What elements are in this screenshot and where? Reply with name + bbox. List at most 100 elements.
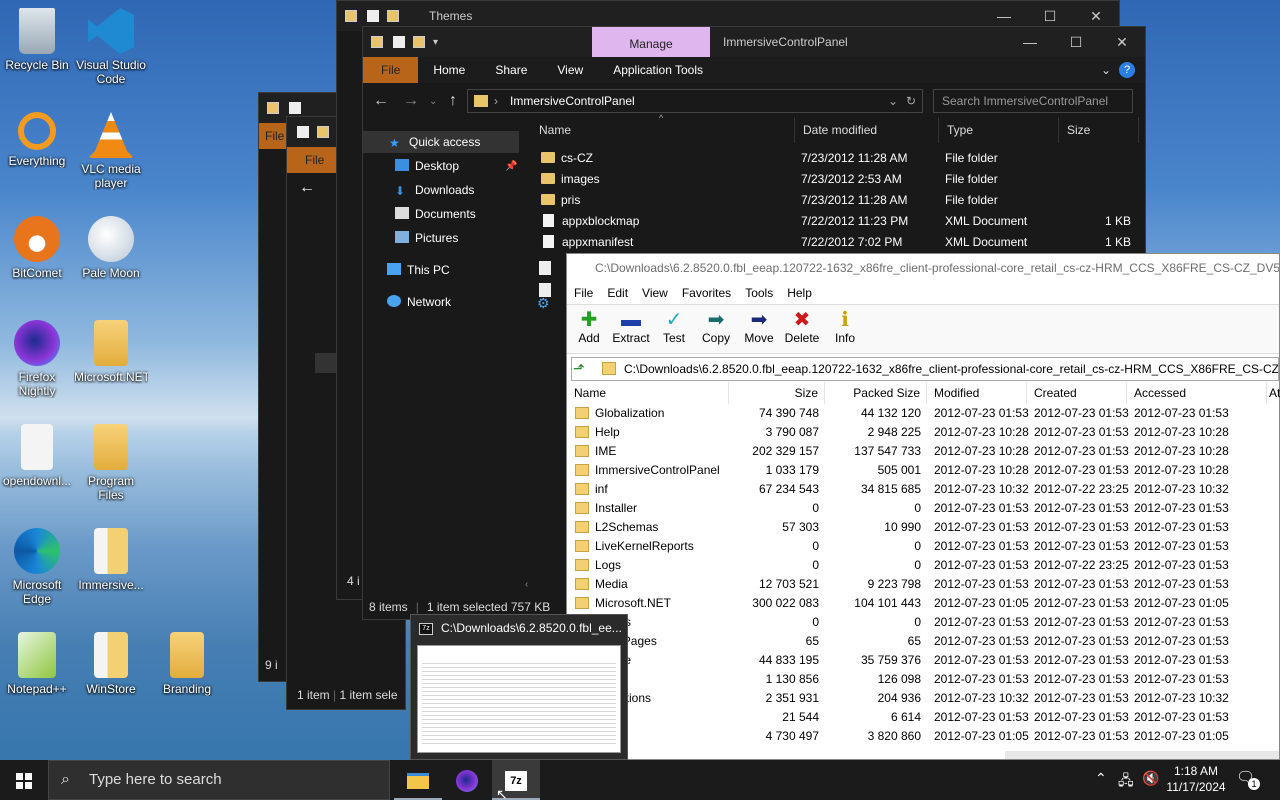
table-row[interactable]: 1 130 856 126 098 2012-07-23 01:53 2012-07-…	[567, 670, 1279, 689]
ribbon-expand-icon[interactable]: ⌄	[1101, 63, 1111, 77]
delete-button[interactable]: ✖ Delete	[780, 309, 824, 345]
up-arrow-icon[interactable]: ↑	[449, 92, 457, 110]
table-row[interactable]: ration21 5446 6142012-07-23 01:532012-07…	[567, 708, 1279, 727]
column-header-size[interactable]: Size	[729, 382, 825, 404]
desktop-icon-opendownl[interactable]: opendownl...	[0, 424, 74, 488]
menu-file[interactable]: File	[567, 282, 600, 304]
list-item[interactable]: appxmanifest 7/22/2012 7:02 PM XML Docum…	[523, 232, 1145, 253]
nav-downloads[interactable]: ⬇ Downloads	[395, 179, 474, 201]
add-button[interactable]: ✚ Add	[567, 309, 611, 345]
sevenzip-window[interactable]: 7z C:\Downloads\6.2.8520.0.fbl_eeap.1207…	[566, 253, 1280, 760]
taskbar-search-input[interactable]: ⌕ Type here to search	[48, 760, 390, 800]
scroll-left-icon[interactable]: ‹	[525, 579, 539, 593]
nav-pictures[interactable]: Pictures	[395, 227, 458, 249]
table-row[interactable]: inf 67 234 543 34 815 685 2012-07-23 10:32 2…	[567, 480, 1279, 499]
recent-locations-icon[interactable]: ⌄	[429, 96, 437, 107]
column-header-packed-size[interactable]: Packed Size	[825, 382, 927, 404]
desktop-icon-branding[interactable]: Branding	[150, 632, 224, 696]
menu-view[interactable]: View	[635, 282, 675, 304]
minimize-button[interactable]: —	[1007, 27, 1053, 57]
list-item[interactable]: images 7/23/2012 2:53 AM File folder	[523, 169, 1145, 190]
address-dropdown-icon[interactable]: ⌄	[888, 90, 898, 112]
back-arrow-icon[interactable]: ←	[373, 92, 389, 110]
table-row[interactable]: IME 202 329 157 137 547 733 2012-07-23 10:2…	[567, 442, 1279, 461]
desktop-icon-program-files[interactable]: Program Files	[74, 424, 148, 502]
tab-manage-contextual[interactable]: Manage	[592, 27, 710, 61]
desktop-icon-immersive[interactable]: Immersive...	[74, 528, 148, 592]
table-row[interactable]: mance44 833 19535 759 3762012-07-23 01:5…	[567, 651, 1279, 670]
menu-tools[interactable]: Tools	[738, 282, 780, 304]
tab-home[interactable]: Home	[418, 57, 480, 83]
close-button[interactable]: ✕	[1099, 27, 1145, 57]
nav-this-pc[interactable]: This PC	[387, 259, 450, 281]
move-button[interactable]: ➡ Move	[737, 309, 781, 345]
taskbar-thumbnail-preview[interactable]: 7z C:\Downloads\6.2.8520.0.fbl_ee...	[410, 614, 628, 760]
tab-file[interactable]: File	[287, 147, 343, 173]
table-row[interactable]: Globalization 74 390 748 44 132 120 2012-07…	[567, 404, 1279, 423]
show-hidden-icons-chevron-icon[interactable]: ⌃	[1095, 770, 1107, 787]
desktop-icon-vlc[interactable]: VLC media player	[74, 112, 148, 190]
network-icon[interactable]: 🖧	[1118, 770, 1134, 794]
refresh-icon[interactable]: ↻	[906, 90, 916, 112]
tab-share[interactable]: Share	[480, 57, 542, 83]
taskbar-file-explorer[interactable]	[394, 760, 442, 800]
volume-muted-icon[interactable]: 🔇	[1142, 770, 1159, 787]
search-input[interactable]: Search ImmersiveControlPanel	[933, 89, 1133, 113]
test-button[interactable]: ✓ Test	[652, 309, 696, 345]
start-button[interactable]	[0, 760, 48, 800]
desktop-icon-notepadpp[interactable]: Notepad++	[0, 632, 74, 696]
list-item[interactable]: appxblockmap 7/22/2012 11:23 PM XML Docu…	[523, 211, 1145, 232]
back-arrow-icon[interactable]: ←	[299, 177, 315, 199]
tab-file[interactable]: File	[363, 57, 419, 83]
nav-documents[interactable]: Documents	[395, 203, 476, 225]
column-header-name[interactable]: Name	[567, 382, 729, 404]
info-button[interactable]: ℹ Info	[823, 309, 867, 345]
menu-favorites[interactable]: Favorites	[675, 282, 738, 304]
column-header-attributes[interactable]: At	[1267, 382, 1280, 404]
table-row[interactable]: Logs 0 0 2012-07-23 01:53 2012-07-22 23:25 20…	[567, 556, 1279, 575]
column-header-date[interactable]: Date modified	[795, 117, 939, 143]
desktop-icon-microsoft-edge[interactable]: Microsoft Edge	[0, 528, 74, 606]
table-row[interactable]: ImmersiveControlPanel 1 033 179 505 001 201…	[567, 461, 1279, 480]
nav-quick-access[interactable]: ★ Quick access	[363, 131, 519, 153]
table-row[interactable]: Microsoft.NET 300 022 083 104 101 443 2012-…	[567, 594, 1279, 613]
table-row[interactable]: Installer 0 0 2012-07-23 01:53 2012-07-23 01…	[567, 499, 1279, 518]
help-icon[interactable]: ?	[1119, 62, 1135, 78]
table-row[interactable]: Web Pages65652012-07-23 01:532012-07-23 …	[567, 632, 1279, 651]
desktop-icon-vscode[interactable]: Visual Studio Code	[74, 8, 148, 86]
nav-desktop[interactable]: Desktop	[395, 155, 459, 177]
menu-edit[interactable]: Edit	[600, 282, 635, 304]
desktop-icon-pale-moon[interactable]: Pale Moon	[74, 216, 148, 280]
tab-application-tools[interactable]: Application Tools	[598, 57, 718, 83]
list-item[interactable]: pris 7/23/2012 11:28 AM File folder	[523, 190, 1145, 211]
notification-center-button[interactable]: 🗨 1	[1236, 768, 1260, 790]
desktop-icon-everything[interactable]: Everything	[0, 112, 74, 168]
taskbar-firefox[interactable]	[443, 760, 491, 800]
path-input[interactable]: C:\Downloads\6.2.8520.0.fbl_eeap.120722-…	[571, 357, 1279, 381]
column-header-created[interactable]: Created	[1027, 382, 1127, 404]
table-row[interactable]: LiveKernelReports 0 0 2012-07-23 01:53 2012-…	[567, 537, 1279, 556]
clock[interactable]: 1:18 AM 11/17/2024	[1164, 763, 1228, 795]
extract-button[interactable]: ▬ Extract	[609, 309, 653, 345]
horizontal-scrollbar[interactable]	[1005, 751, 1279, 759]
column-header-accessed[interactable]: Accessed	[1127, 382, 1267, 404]
column-header-type[interactable]: Type	[939, 117, 1059, 143]
desktop-icon-firefox-nightly[interactable]: Firefox Nightly	[0, 320, 74, 398]
copy-button[interactable]: ➡ Copy	[694, 309, 738, 345]
column-header-modified[interactable]: Modified	[927, 382, 1027, 404]
address-bar[interactable]: › ImmersiveControlPanel ⌄ ↻	[467, 89, 923, 113]
table-row[interactable]: Definitions2 351 931204 9362012-07-23 10…	[567, 689, 1279, 708]
column-header-size[interactable]: Size	[1059, 117, 1139, 143]
desktop-icon-winstore[interactable]: WinStore	[74, 632, 148, 696]
list-item[interactable]: cs-CZ 7/23/2012 11:28 AM File folder	[523, 148, 1145, 169]
menu-help[interactable]: Help	[780, 282, 819, 304]
desktop-icon-microsoft-net[interactable]: Microsoft.NET	[74, 320, 148, 384]
forward-arrow-icon[interactable]: →	[403, 92, 419, 110]
table-row[interactable]: he4 730 4973 820 8602012-07-23 01:052012…	[567, 727, 1279, 746]
table-row[interactable]: Media 12 703 521 9 223 798 2012-07-23 01:53…	[567, 575, 1279, 594]
table-row[interactable]: mLogs002012-07-23 01:532012-07-23 01:532…	[567, 613, 1279, 632]
tab-view[interactable]: View	[542, 57, 598, 83]
pin-icon[interactable]: 📌	[505, 161, 517, 172]
desktop-icon-recycle-bin[interactable]: Recycle Bin	[0, 8, 74, 72]
table-row[interactable]: Help 3 790 087 2 948 225 2012-07-23 10:28 20…	[567, 423, 1279, 442]
